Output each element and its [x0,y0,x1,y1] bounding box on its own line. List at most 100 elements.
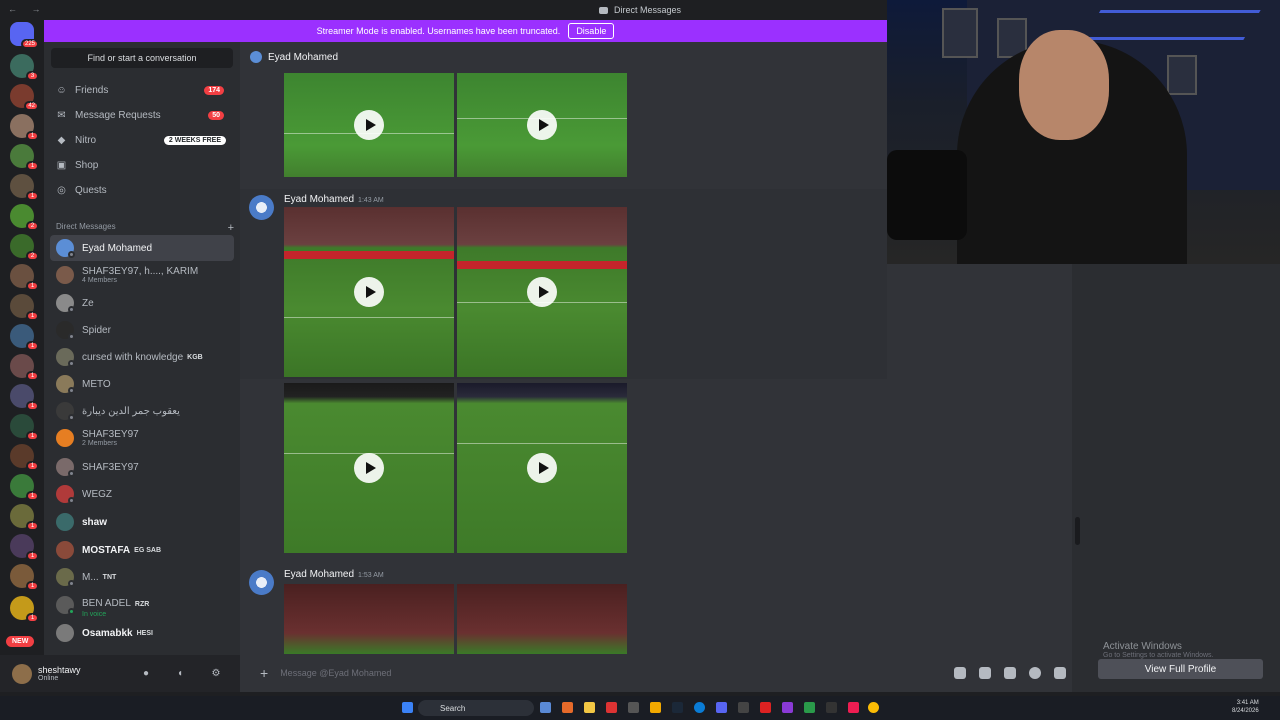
gif-icon[interactable] [979,667,991,679]
server-icon[interactable]: 1 [10,534,39,561]
emoji-icon[interactable] [1029,667,1041,679]
server-icon[interactable]: 1 [10,324,39,351]
microphone-icon[interactable]: ● [140,667,152,679]
play-icon[interactable] [354,110,384,140]
dm-item[interactable]: Eyad Mohamed [50,235,234,261]
nav-friends[interactable]: ☺ Friends 174 [50,79,234,101]
taskbar-app-icon[interactable] [606,702,617,713]
message-composer[interactable]: + Message @Eyad Mohamed [248,660,1072,686]
server-icon[interactable]: 1 [10,384,39,411]
video-attachment[interactable] [284,584,454,654]
play-icon[interactable] [354,453,384,483]
dm-item[interactable]: Ze [50,290,234,316]
dm-item[interactable]: WEGZ [50,481,234,507]
server-icon[interactable]: 1 [10,144,39,171]
scrollbar[interactable] [1075,517,1080,545]
mail-icon: ✉ [57,109,66,121]
dm-item[interactable]: cursed with knowledge KGB [50,344,234,370]
taskbar-app-icon[interactable] [628,702,639,713]
server-icon[interactable]: 1 [10,114,39,141]
avatar [56,458,75,477]
friends-icon: ☺ [56,84,67,96]
server-icon[interactable]: 1 [10,474,39,501]
nav-label: Quests [75,184,107,196]
discord-icon[interactable] [716,702,727,713]
disable-button[interactable]: Disable [568,23,615,39]
gear-icon[interactable]: ⚙ [210,667,222,679]
steam-icon[interactable] [672,702,683,713]
windows-start-icon[interactable] [402,702,413,713]
play-icon[interactable] [354,277,384,307]
back-forward-icon[interactable]: ← → [8,4,47,14]
video-attachment[interactable] [457,383,627,553]
create-dm-button[interactable]: + [228,222,234,234]
tiktok-icon[interactable] [848,702,859,713]
play-icon[interactable] [527,110,557,140]
browser-icon[interactable] [562,702,573,713]
folder-icon[interactable] [584,702,595,713]
headphones-icon[interactable]: ◖ [174,667,186,679]
avatar[interactable] [249,195,274,220]
gift-icon[interactable] [954,667,966,679]
video-attachment[interactable] [457,207,627,377]
taskbar-app-icon[interactable] [760,702,771,713]
server-icon[interactable]: 1 [10,294,39,321]
dm-item[interactable]: BEN ADEL RZR In voice [50,592,234,618]
nav-quests[interactable]: ◎ Quests [50,179,234,201]
server-icon[interactable]: 1 [10,504,39,531]
streamer-mode-text: Streamer Mode is enabled. Usernames have… [316,26,561,36]
avatar[interactable] [249,570,274,595]
chrome-icon[interactable] [868,702,879,713]
home-button[interactable]: 225 [10,22,39,49]
server-icon[interactable]: 3 [10,54,39,81]
video-attachment[interactable] [284,207,454,377]
dm-item[interactable]: SHAF3EY97 2 Members [50,425,234,451]
dm-item[interactable]: shaw [50,509,234,535]
dm-item[interactable]: SHAF3EY97 [50,454,234,480]
taskbar-app-icon[interactable] [782,702,793,713]
server-icon[interactable]: 1 [10,414,39,441]
view-full-profile-button[interactable]: View Full Profile [1098,659,1263,679]
nav-message-requests[interactable]: ✉ Message Requests 50 [50,104,234,126]
sticker-icon[interactable] [1004,667,1016,679]
taskbar-app-icon[interactable] [826,702,837,713]
dm-item[interactable]: Osamabkk HESI [50,620,234,646]
taskbar-app-icon[interactable] [650,702,661,713]
taskbar-app-icon[interactable] [540,702,551,713]
dm-item[interactable]: M... TNT [50,564,234,590]
taskbar-app-icon[interactable] [738,702,749,713]
nav-nitro[interactable]: ◆ Nitro 2 WEEKS FREE [50,129,234,151]
dm-item[interactable]: MOSTAFA EG SAB [50,537,234,563]
video-attachment[interactable] [284,383,454,553]
server-icon[interactable]: 1 [10,264,39,291]
server-icon[interactable]: 1 [10,174,39,201]
author-name[interactable]: Eyad Mohamed [284,194,354,205]
server-icon[interactable]: 1 [10,444,39,471]
taskbar-app-icon[interactable] [804,702,815,713]
server-icon[interactable]: 42 [10,84,39,111]
dm-item[interactable]: SHAF3EY97, h...., KARIM 4 Members [50,262,234,288]
dm-item[interactable]: يعقوب جمر الدين ديبارة [50,398,234,424]
video-attachment[interactable] [457,584,627,654]
timestamp: 1:53 AM [358,572,384,579]
author-name[interactable]: Eyad Mohamed [284,569,354,580]
avatar[interactable] [12,663,32,684]
dm-item[interactable]: METO [50,371,234,397]
server-icon[interactable]: 1 [10,564,39,591]
taskbar-search[interactable]: Search [418,700,534,716]
taskbar-clock[interactable]: 3:41 AM 8/24/2026 [1232,699,1259,715]
video-attachment[interactable] [457,73,627,177]
play-icon[interactable] [527,453,557,483]
edge-icon[interactable] [694,702,705,713]
nav-shop[interactable]: ▣ Shop [50,154,234,176]
server-icon[interactable]: 1 [10,354,39,381]
apps-icon[interactable] [1054,667,1066,679]
add-attachment-icon[interactable]: + [260,665,268,681]
video-attachment[interactable] [284,73,454,177]
server-icon[interactable]: 2 [10,204,39,231]
play-icon[interactable] [527,277,557,307]
server-icon[interactable]: 2 [10,234,39,261]
server-icon[interactable]: 1 [10,596,39,623]
find-conversation-button[interactable]: Find or start a conversation [51,48,233,68]
dm-item[interactable]: Spider [50,317,234,343]
